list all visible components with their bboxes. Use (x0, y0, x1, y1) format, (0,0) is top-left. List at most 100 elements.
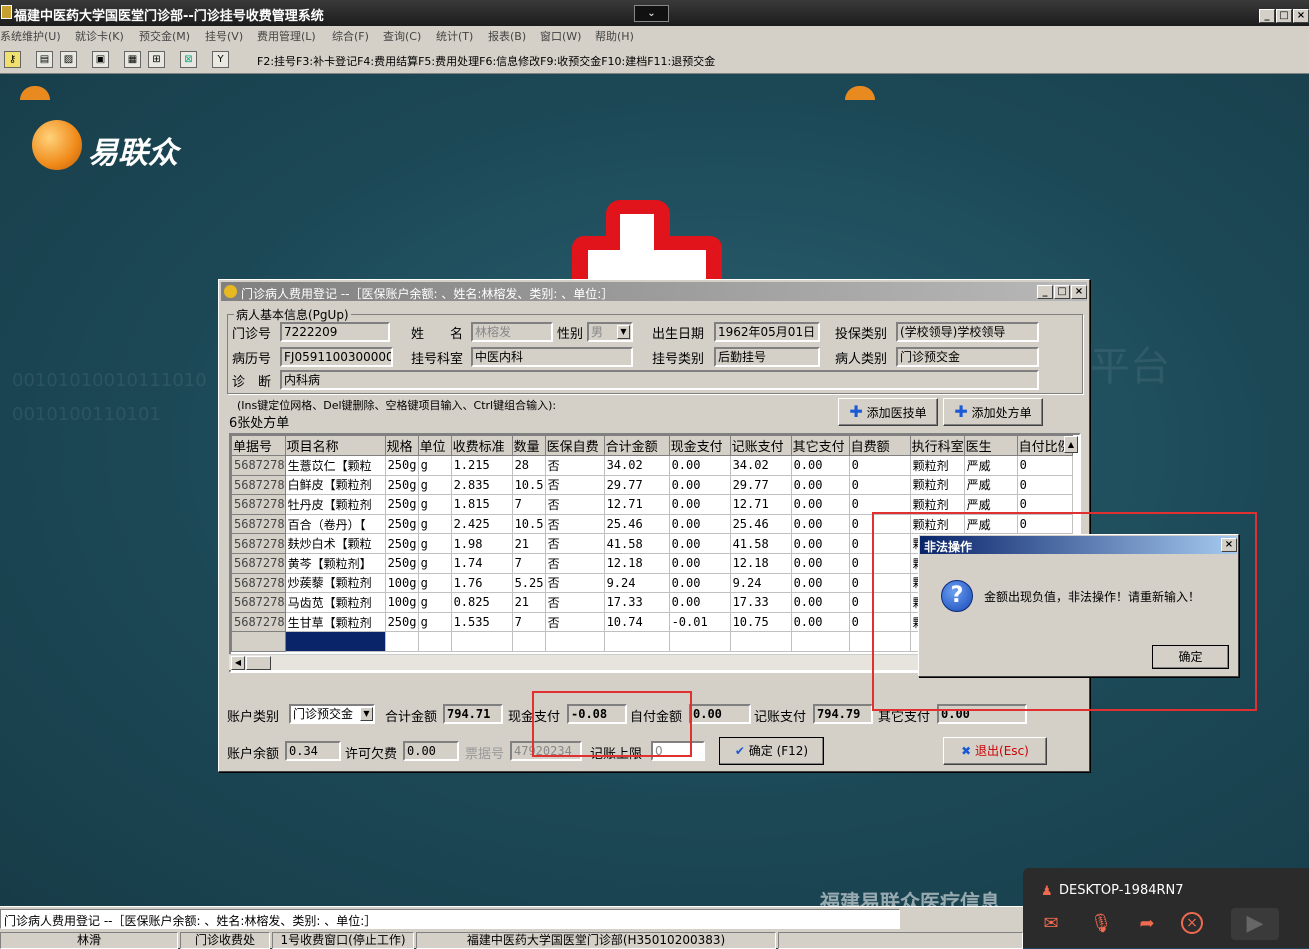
table-cell[interactable]: 白鲜皮【颗粒剂 (284, 474, 386, 496)
table-cell[interactable]: 2.425 (450, 513, 513, 535)
chat-icon[interactable]: ✉ (1039, 912, 1063, 936)
table-cell[interactable]: g (417, 552, 452, 574)
menu-item-stats[interactable]: 统计(T) (436, 28, 473, 44)
table-cell[interactable]: 250g (384, 494, 419, 515)
minimize-button[interactable]: _ (1259, 9, 1275, 23)
table-cell[interactable] (729, 631, 792, 652)
menu-item-general[interactable]: 综合(F) (332, 28, 369, 44)
table-cell[interactable]: 否 (544, 533, 605, 554)
table-cell[interactable]: 0 (848, 474, 911, 496)
maximize-button[interactable]: □ (1054, 285, 1070, 299)
menu-item-system[interactable]: 系统维护(U) (0, 28, 61, 44)
table-cell[interactable]: 10.5 (511, 513, 546, 535)
clinic-no-field[interactable]: 7222209 (280, 322, 390, 342)
col-header[interactable]: 自费额 (848, 435, 911, 456)
exit-button[interactable]: ✖ 退出(Esc) (943, 737, 1047, 765)
table-cell[interactable] (284, 631, 386, 652)
table-cell[interactable] (603, 631, 670, 652)
table-cell[interactable]: 牡丹皮【颗粒剂 (284, 494, 386, 515)
table-cell[interactable]: 29.77 (729, 474, 792, 496)
menu-item-card[interactable]: 就诊卡(K) (75, 28, 124, 44)
table-cell[interactable]: 28 (511, 455, 546, 476)
table-cell[interactable]: 1.535 (450, 611, 513, 633)
confirm-button[interactable]: ✔ 确定 (F12) (719, 737, 824, 765)
minimize-button[interactable]: _ (1037, 285, 1053, 299)
table-cell[interactable]: 黄芩【颗粒剂】 (284, 552, 386, 574)
chevron-down-icon[interactable]: ▼ (360, 707, 373, 721)
col-header[interactable]: 医保自费 (544, 435, 605, 456)
table-cell[interactable]: 5687278 (231, 513, 286, 535)
col-header[interactable]: 现金支付 (668, 435, 731, 456)
col-header[interactable]: 合计金额 (603, 435, 670, 456)
name-field[interactable]: 林榕发 (471, 322, 553, 342)
table-row[interactable]: 5687278 生薏苡仁【颗粒 250g g 1.215 28 否 34.02 0.00 34.0… (231, 455, 1073, 476)
table-cell[interactable]: 250g (384, 552, 419, 574)
table-cell[interactable]: 麸炒白术【颗粒 (284, 533, 386, 554)
table-cell[interactable]: 5687278 (231, 533, 286, 554)
table-cell[interactable]: 17.33 (729, 592, 792, 613)
close-button[interactable]: × (1293, 9, 1309, 23)
record-no-field[interactable]: FJ0591100300000C (280, 347, 393, 367)
table-cell[interactable]: 5687278 (231, 611, 286, 633)
pointer-icon[interactable]: ➦ (1135, 912, 1159, 936)
table-cell[interactable]: 否 (544, 513, 605, 535)
menu-item-deposit[interactable]: 预交金(M) (139, 28, 190, 44)
table-cell[interactable]: 0.00 (790, 572, 850, 594)
table-cell[interactable]: 41.58 (729, 533, 792, 554)
table-cell[interactable] (544, 631, 605, 652)
table-cell[interactable]: 10.5 (511, 474, 546, 496)
table-cell[interactable]: 0.00 (668, 455, 731, 476)
menu-item-window[interactable]: 窗口(W) (540, 28, 581, 44)
table-cell[interactable]: 否 (544, 474, 605, 496)
table-cell[interactable]: 0.00 (790, 494, 850, 515)
table-cell[interactable]: 7 (511, 552, 546, 574)
table-cell[interactable]: 1.815 (450, 494, 513, 515)
col-header[interactable]: 单位 (417, 435, 452, 456)
table-cell[interactable]: 0.00 (668, 552, 731, 574)
table-cell[interactable]: g (417, 513, 452, 535)
col-header[interactable]: 规格 (384, 435, 419, 456)
table-cell[interactable]: 生甘草【颗粒剂 (284, 611, 386, 633)
table-cell[interactable]: 12.18 (729, 552, 792, 574)
table-cell[interactable]: 34.02 (729, 455, 792, 476)
table-cell[interactable]: 5687278 (231, 572, 286, 594)
table-cell[interactable]: 7 (511, 611, 546, 633)
print-icon[interactable]: ▨ (60, 51, 77, 68)
table-cell[interactable] (231, 631, 286, 652)
grid-icon[interactable]: ⊞ (148, 51, 165, 68)
table-cell[interactable]: 100g (384, 592, 419, 613)
table-cell[interactable]: 5687278 (231, 494, 286, 515)
table-cell[interactable]: 5687278 (231, 552, 286, 574)
table-cell[interactable] (790, 631, 850, 652)
table-cell[interactable]: 炒蒺藜【颗粒剂 (284, 572, 386, 594)
table-row[interactable]: 5687278 白鲜皮【颗粒剂 250g g 2.835 10.5 否 29.77 0.00 29… (231, 474, 1073, 496)
table-cell[interactable]: 9.24 (729, 572, 792, 594)
table-cell[interactable]: 颗粒剂 (909, 455, 965, 476)
play-icon[interactable]: ▶ (1231, 908, 1279, 940)
table-cell[interactable]: 10.74 (603, 611, 670, 633)
table-cell[interactable]: 250g (384, 513, 419, 535)
scroll-thumb[interactable] (246, 656, 271, 670)
table-cell[interactable]: 5687278 (231, 592, 286, 613)
restore-button[interactable]: □ (1276, 9, 1292, 23)
scroll-up-icon[interactable]: ▲ (1064, 436, 1078, 453)
col-header[interactable]: 单据号 (231, 435, 286, 456)
table-cell[interactable] (511, 631, 546, 652)
table-cell[interactable] (384, 631, 419, 652)
table-cell[interactable]: 250g (384, 455, 419, 476)
table-cell[interactable]: 0.00 (668, 572, 731, 594)
table-cell[interactable]: 0.00 (790, 455, 850, 476)
table-cell[interactable]: 250g (384, 533, 419, 554)
table-cell[interactable]: g (417, 494, 452, 515)
dialog-close-button[interactable]: × (1221, 538, 1237, 552)
table-cell[interactable]: 严威 (963, 455, 1018, 476)
table-cell[interactable]: 0.00 (668, 474, 731, 496)
table-cell[interactable]: 0.00 (668, 513, 731, 535)
table-cell[interactable]: 12.71 (603, 494, 670, 515)
table-cell[interactable]: 0.00 (790, 474, 850, 496)
table-cell[interactable]: -0.01 (668, 611, 731, 633)
table-cell[interactable]: 5687278 (231, 474, 286, 496)
table-cell[interactable] (450, 631, 513, 652)
table-cell[interactable]: 41.58 (603, 533, 670, 554)
col-header[interactable]: 其它支付 (790, 435, 850, 456)
